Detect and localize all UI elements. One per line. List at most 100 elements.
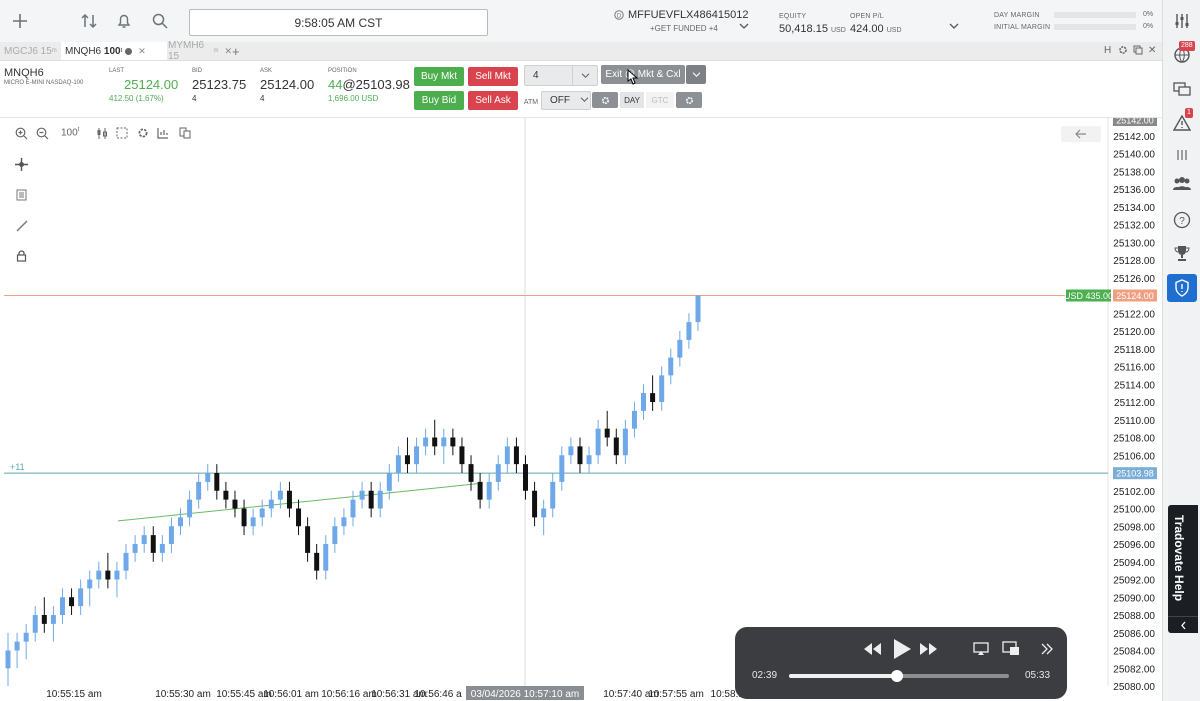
progress-knob[interactable] [890,670,903,682]
shield-icon[interactable] [1167,274,1197,302]
candle-body [441,437,447,447]
candle-body [504,446,510,465]
gear-icon[interactable] [1118,45,1128,58]
sell-market-button[interactable]: Sell Mkt [468,67,518,86]
help-panel-tab[interactable]: Tradovate Help [1168,505,1198,633]
chat-icon[interactable] [1170,77,1194,101]
candle-body [69,597,75,607]
candle-body [87,579,93,589]
rewind-icon[interactable] [863,642,883,661]
candle-body [595,428,601,456]
candle-body [622,428,628,456]
tab-label: MGCJ6 15 [4,45,52,57]
last-value: 25124.00 [124,77,179,92]
y-tick-label: 25114.00 [1114,380,1155,391]
candle-body [668,357,674,376]
candle-body [404,455,410,465]
fast-forward-icon[interactable] [919,642,939,661]
add-tab-icon[interactable]: + [228,42,250,60]
elapsed-time: 02:39 [752,670,778,681]
exit-at-market-cancel-button[interactable]: Exit @ Mkt & Cxl [601,65,685,84]
sliders-icon[interactable] [1170,9,1194,33]
buy-market-button[interactable]: Buy Mkt [414,67,464,86]
account-selector[interactable]: D MFFUEVFLX486415012 [614,9,748,21]
swap-arrows-icon[interactable] [77,9,101,33]
x-tick-label: 10:57:55 am [648,689,704,700]
initial-margin-pct: 0% [1143,23,1154,30]
candle-body [286,490,292,509]
chevron-down-icon[interactable] [949,22,959,33]
progress-track[interactable] [789,670,1009,682]
candle-body [232,499,238,509]
y-tick-label: 25142.00 [1113,132,1155,143]
svg-text:D: D [617,13,622,19]
tif-gear-icon[interactable] [676,92,702,108]
y-tick-label: 25110.00 [1114,416,1155,427]
tab-mnqh6[interactable]: MNQH6 100 t ✕ [61,42,167,60]
candle-body [159,544,165,553]
y-tick-label: 25094.00 [1113,558,1155,569]
y-tick-label: 25120.00 [1113,327,1155,338]
quantity-value: 4 [533,70,539,81]
bell-icon[interactable] [112,9,136,33]
account-icon: D [614,10,624,20]
y-tick-label: 25140.00 [1113,150,1155,161]
candle-body [114,570,120,580]
play-icon[interactable] [892,638,912,665]
candle-body [132,544,138,553]
chevron-left-icon[interactable] [1168,616,1198,633]
candle-body [695,295,701,323]
y-tick-label: 25116.00 [1114,363,1155,374]
y-tick-label: 25084.00 [1113,647,1155,658]
candle-body [50,615,56,624]
tif-day-toggle[interactable]: DAY [620,92,644,108]
position-price: @25103.98 [342,77,410,92]
equity-value: 50,418.15 USD [779,23,846,35]
close-icon[interactable]: ✕ [138,46,146,57]
trophy-icon[interactable] [1170,241,1194,265]
candle-body [341,517,347,527]
ask-size: 4 [260,94,265,103]
add-icon[interactable] [8,9,32,33]
more-options-icon[interactable] [1040,642,1054,661]
quantity-select[interactable]: 4 [524,65,598,86]
x-tick-label: 10:55:30 am [155,689,211,700]
tif-gtc-toggle[interactable]: GTC [646,92,674,108]
tab-mymh6[interactable]: MYMH6 15 m ✕ [164,40,236,62]
candle-body [123,552,129,571]
sell-ask-button[interactable]: Sell Ask [468,91,518,110]
candlestick-chart[interactable]: 25142.00 25140.00 25138.00 25136.00 25134.00… [0,118,1162,701]
picture-in-picture-icon[interactable] [1002,641,1020,661]
help-icon[interactable]: ? [1170,208,1194,232]
tab-h-button[interactable]: H [1104,45,1111,56]
y-tick-label: 25122.00 [1113,309,1155,320]
chevron-down-icon[interactable] [686,65,706,84]
warning-badge: 1 [1185,108,1193,118]
community-icon[interactable] [1170,172,1194,196]
candle-body [150,535,156,553]
price-chart[interactable]: 100t 25142.00 25140.00 25138.00 25136.00 251… [0,118,1162,701]
candle-body [377,490,383,509]
candle-body [259,508,265,518]
candle-body [141,535,147,544]
copy-icon[interactable] [1133,45,1143,58]
tab-sup: m [213,48,219,54]
atm-gear-icon[interactable] [592,92,618,108]
chevron-down-icon[interactable] [580,95,589,106]
buy-bid-button[interactable]: Buy Bid [414,91,464,110]
search-icon[interactable] [148,9,172,33]
chevron-down-icon[interactable] [572,66,597,85]
columns-icon[interactable] [1170,143,1194,167]
candle-body [314,552,320,571]
candle-body [178,517,183,527]
candle-body [686,322,692,340]
position-price-marker: 25103.98 [1116,469,1154,479]
candle-body [450,437,456,447]
atm-select[interactable]: OFF [541,91,591,110]
close-icon[interactable]: ✕ [1148,45,1156,56]
tab-mgcj6[interactable]: MGCJ6 15 m [0,42,64,60]
y-tick-label: 25134.00 [1113,203,1155,214]
chevron-down-icon[interactable] [739,22,749,33]
airplay-icon[interactable] [973,642,989,661]
last-change: 412.50 (1.67%) [109,94,164,103]
